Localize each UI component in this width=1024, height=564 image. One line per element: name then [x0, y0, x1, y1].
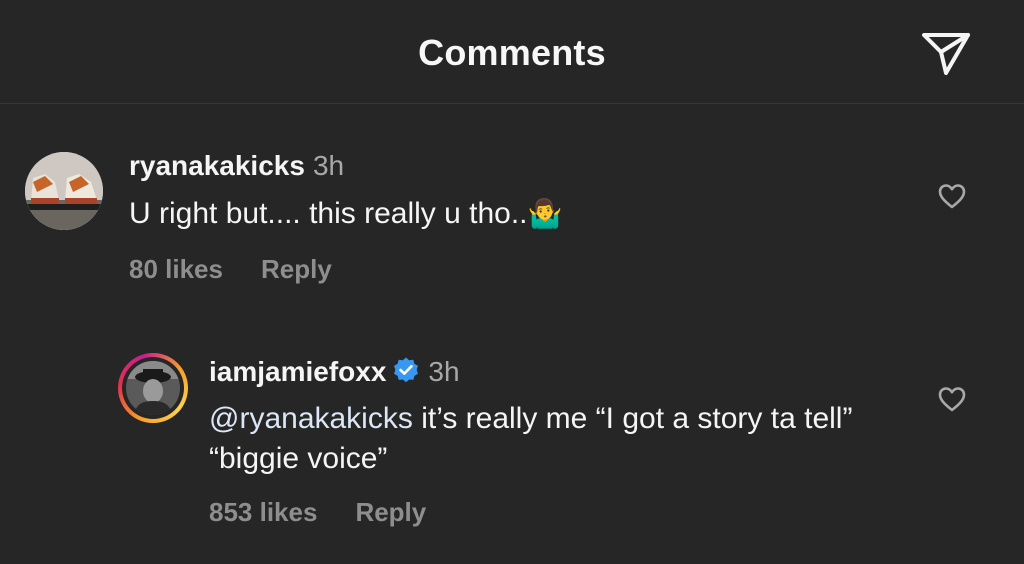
mention-link[interactable]: @ryanakakicks — [209, 402, 413, 435]
like-count[interactable]: 80 likes — [129, 254, 223, 284]
sneakers-photo — [25, 152, 103, 230]
avatar[interactable] — [118, 353, 188, 423]
like-button[interactable] — [937, 385, 967, 413]
share-button[interactable] — [918, 26, 974, 78]
paper-plane-icon — [922, 33, 970, 75]
avatar[interactable] — [25, 152, 103, 230]
comment-meta: 80 likes Reply — [129, 254, 332, 285]
comment-timestamp: 3h — [312, 150, 345, 181]
comment-username[interactable]: iamjamiefoxx 3h — [209, 356, 460, 391]
comment-text: U right but.... this really u tho.. — [129, 197, 528, 230]
comment-meta: 853 likes Reply — [209, 497, 426, 528]
username-text[interactable]: iamjamiefoxx — [209, 356, 386, 387]
comments-header: Comments — [0, 0, 1024, 104]
comment-username[interactable]: ryanakakicks 3h — [129, 150, 344, 182]
username-text[interactable]: ryanakakicks — [129, 150, 305, 181]
heart-outline-icon — [938, 387, 966, 412]
shrug-emoji: 🤷‍♂️ — [527, 198, 563, 229]
comment-body: @ryanakakicks it’s really me “I got a st… — [209, 399, 909, 479]
heart-outline-icon — [938, 184, 966, 209]
like-count[interactable]: 853 likes — [209, 497, 317, 527]
reply-button[interactable]: Reply — [261, 254, 332, 284]
profile-photo — [126, 361, 180, 415]
avatar-photo — [126, 361, 180, 415]
page-title: Comments — [418, 32, 606, 73]
avatar-ring-gap — [122, 357, 184, 419]
like-button[interactable] — [937, 182, 967, 210]
reply-button[interactable]: Reply — [355, 497, 426, 527]
comment-timestamp: 3h — [428, 356, 460, 387]
comment-body: U right but.... this really u tho..🤷‍♂️ — [129, 194, 889, 234]
verified-badge-icon — [392, 356, 420, 391]
